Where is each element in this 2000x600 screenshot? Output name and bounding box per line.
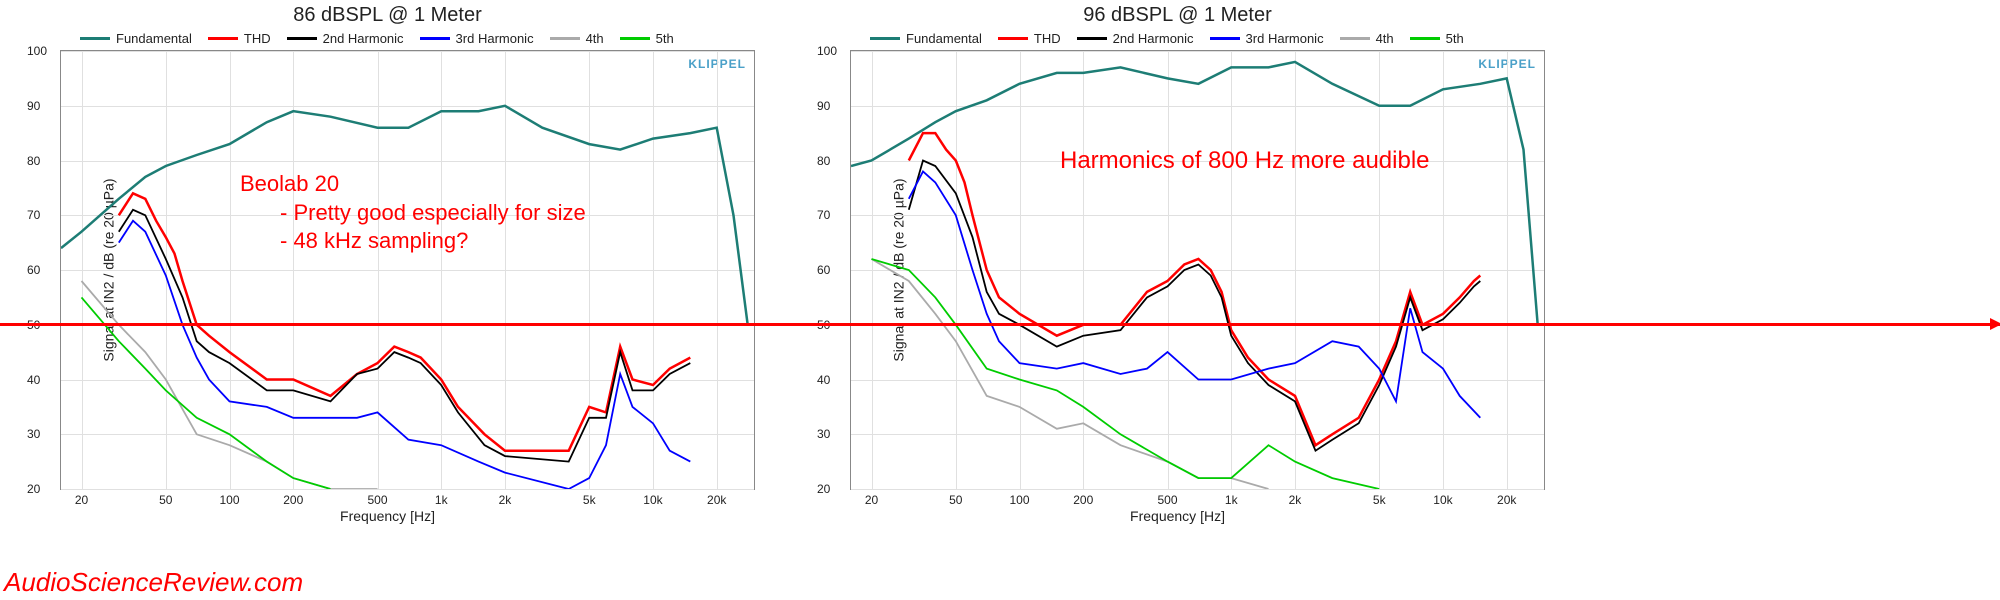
legend-item-thd: THD <box>998 31 1061 46</box>
trace-3rd-harmonic <box>119 221 691 489</box>
x-tick: 1k <box>1225 493 1238 507</box>
reference-line-50db <box>0 323 2000 326</box>
legend-item-5th: 5th <box>620 31 674 46</box>
x-tick: 20k <box>707 493 726 507</box>
trace-2nd-harmonic <box>909 161 1481 451</box>
y-tick: 60 <box>27 263 40 277</box>
legend-item-4th: 4th <box>1340 31 1394 46</box>
x-tick: 200 <box>283 493 303 507</box>
y-tick: 70 <box>27 208 40 222</box>
legend-item-5th: 5th <box>1410 31 1464 46</box>
y-tick: 90 <box>817 99 830 113</box>
trace-fundamental <box>851 62 1538 325</box>
x-tick: 2k <box>499 493 512 507</box>
source-watermark: AudioScienceReview.com <box>4 567 303 598</box>
x-tick: 2k <box>1289 493 1302 507</box>
y-tick: 20 <box>817 482 830 496</box>
y-tick: 40 <box>27 373 40 387</box>
x-tick: 20 <box>75 493 88 507</box>
legend-item-4th: 4th <box>550 31 604 46</box>
legend-item-thd: THD <box>208 31 271 46</box>
x-tick: 5k <box>1373 493 1386 507</box>
legend: Fundamental THD 2nd Harmonic 3rd Harmoni… <box>790 29 1565 50</box>
y-tick: 60 <box>817 263 830 277</box>
y-tick: 100 <box>27 44 47 58</box>
trace-4th <box>82 281 378 489</box>
y-tick: 20 <box>27 482 40 496</box>
x-tick: 500 <box>367 493 387 507</box>
legend: Fundamental THD 2nd Harmonic 3rd Harmoni… <box>0 29 775 50</box>
legend-item-3rd: 3rd Harmonic <box>420 31 534 46</box>
x-tick: 20k <box>1497 493 1516 507</box>
y-tick: 30 <box>817 427 830 441</box>
x-tick: 10k <box>1433 493 1452 507</box>
y-tick: 90 <box>27 99 40 113</box>
y-tick: 70 <box>817 208 830 222</box>
legend-item-2nd: 2nd Harmonic <box>287 31 404 46</box>
y-tick: 80 <box>817 154 830 168</box>
x-tick: 100 <box>1009 493 1029 507</box>
x-tick: 10k <box>643 493 662 507</box>
x-tick: 20 <box>865 493 878 507</box>
x-axis-label: Frequency [Hz] <box>790 508 1565 524</box>
y-tick: 40 <box>817 373 830 387</box>
legend-item-fundamental: Fundamental <box>80 31 192 46</box>
legend-item-3rd: 3rd Harmonic <box>1210 31 1324 46</box>
plot-area-left: Signal at IN2 / dB (re 20 µPa) KLIPPEL 2… <box>60 50 755 490</box>
chart-title: 86 dBSPL @ 1 Meter <box>0 4 775 27</box>
chart-panel-96db: 96 dBSPL @ 1 Meter Fundamental THD 2nd H… <box>790 0 1565 570</box>
x-tick: 500 <box>1157 493 1177 507</box>
y-tick: 100 <box>817 44 837 58</box>
legend-item-2nd: 2nd Harmonic <box>1077 31 1194 46</box>
x-tick: 5k <box>583 493 596 507</box>
y-tick: 80 <box>27 154 40 168</box>
x-tick: 1k <box>435 493 448 507</box>
plot-area-right: Signal at IN2 / dB (re 20 µPa) KLIPPEL 2… <box>850 50 1545 490</box>
x-tick: 100 <box>219 493 239 507</box>
chart-panel-86db: 86 dBSPL @ 1 Meter Fundamental THD 2nd H… <box>0 0 775 570</box>
trace-fundamental <box>61 106 748 325</box>
x-tick: 50 <box>949 493 962 507</box>
trace-3rd-harmonic <box>909 171 1481 417</box>
x-axis-label: Frequency [Hz] <box>0 508 775 524</box>
x-tick: 200 <box>1073 493 1093 507</box>
trace-5th <box>872 259 1380 489</box>
x-tick: 50 <box>159 493 172 507</box>
y-tick: 30 <box>27 427 40 441</box>
trace-2nd-harmonic <box>119 210 691 462</box>
legend-item-fundamental: Fundamental <box>870 31 982 46</box>
chart-title: 96 dBSPL @ 1 Meter <box>790 4 1565 27</box>
